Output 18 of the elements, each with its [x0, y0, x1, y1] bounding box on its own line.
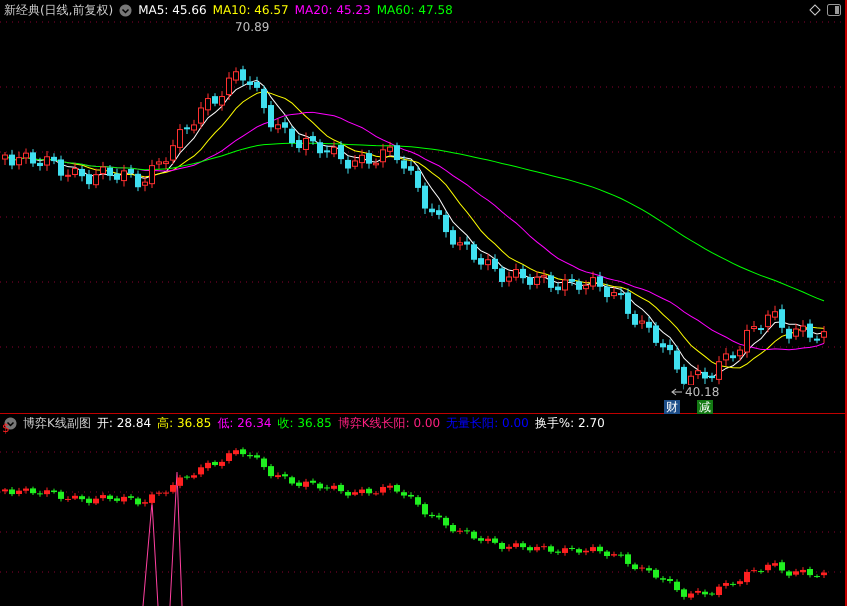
indicator-value: 博弈K线长阳: 0.00: [338, 414, 440, 432]
indicator-value: 开: 28.84: [96, 414, 152, 432]
price-label: 40.18: [684, 385, 720, 399]
indicator-value: 换手%: 2.70: [534, 414, 605, 432]
indicator-value: MA10: 46.57: [212, 3, 289, 17]
indicator-value: MA20: 45.23: [294, 3, 371, 17]
chart-title: 新经典(日线,前复权): [4, 2, 114, 18]
indicator-value: 无量长阳: 0.00: [446, 414, 529, 432]
signal-tag: 财: [664, 400, 680, 414]
indicator-value: MA5: 45.66: [138, 3, 207, 17]
indicator-value: 低: 26.34: [217, 414, 272, 432]
indicator-value: 收: 36.85: [278, 414, 332, 432]
signal-tag: 减: [697, 400, 713, 414]
indicator-value: 高: 36.85: [157, 414, 212, 432]
price-label: 70.89: [234, 20, 270, 34]
indicator-value: MA60: 47.58: [376, 3, 453, 17]
indicator-title: 博弈K线副图: [23, 414, 91, 432]
marker-symbol: $: [2, 422, 10, 434]
